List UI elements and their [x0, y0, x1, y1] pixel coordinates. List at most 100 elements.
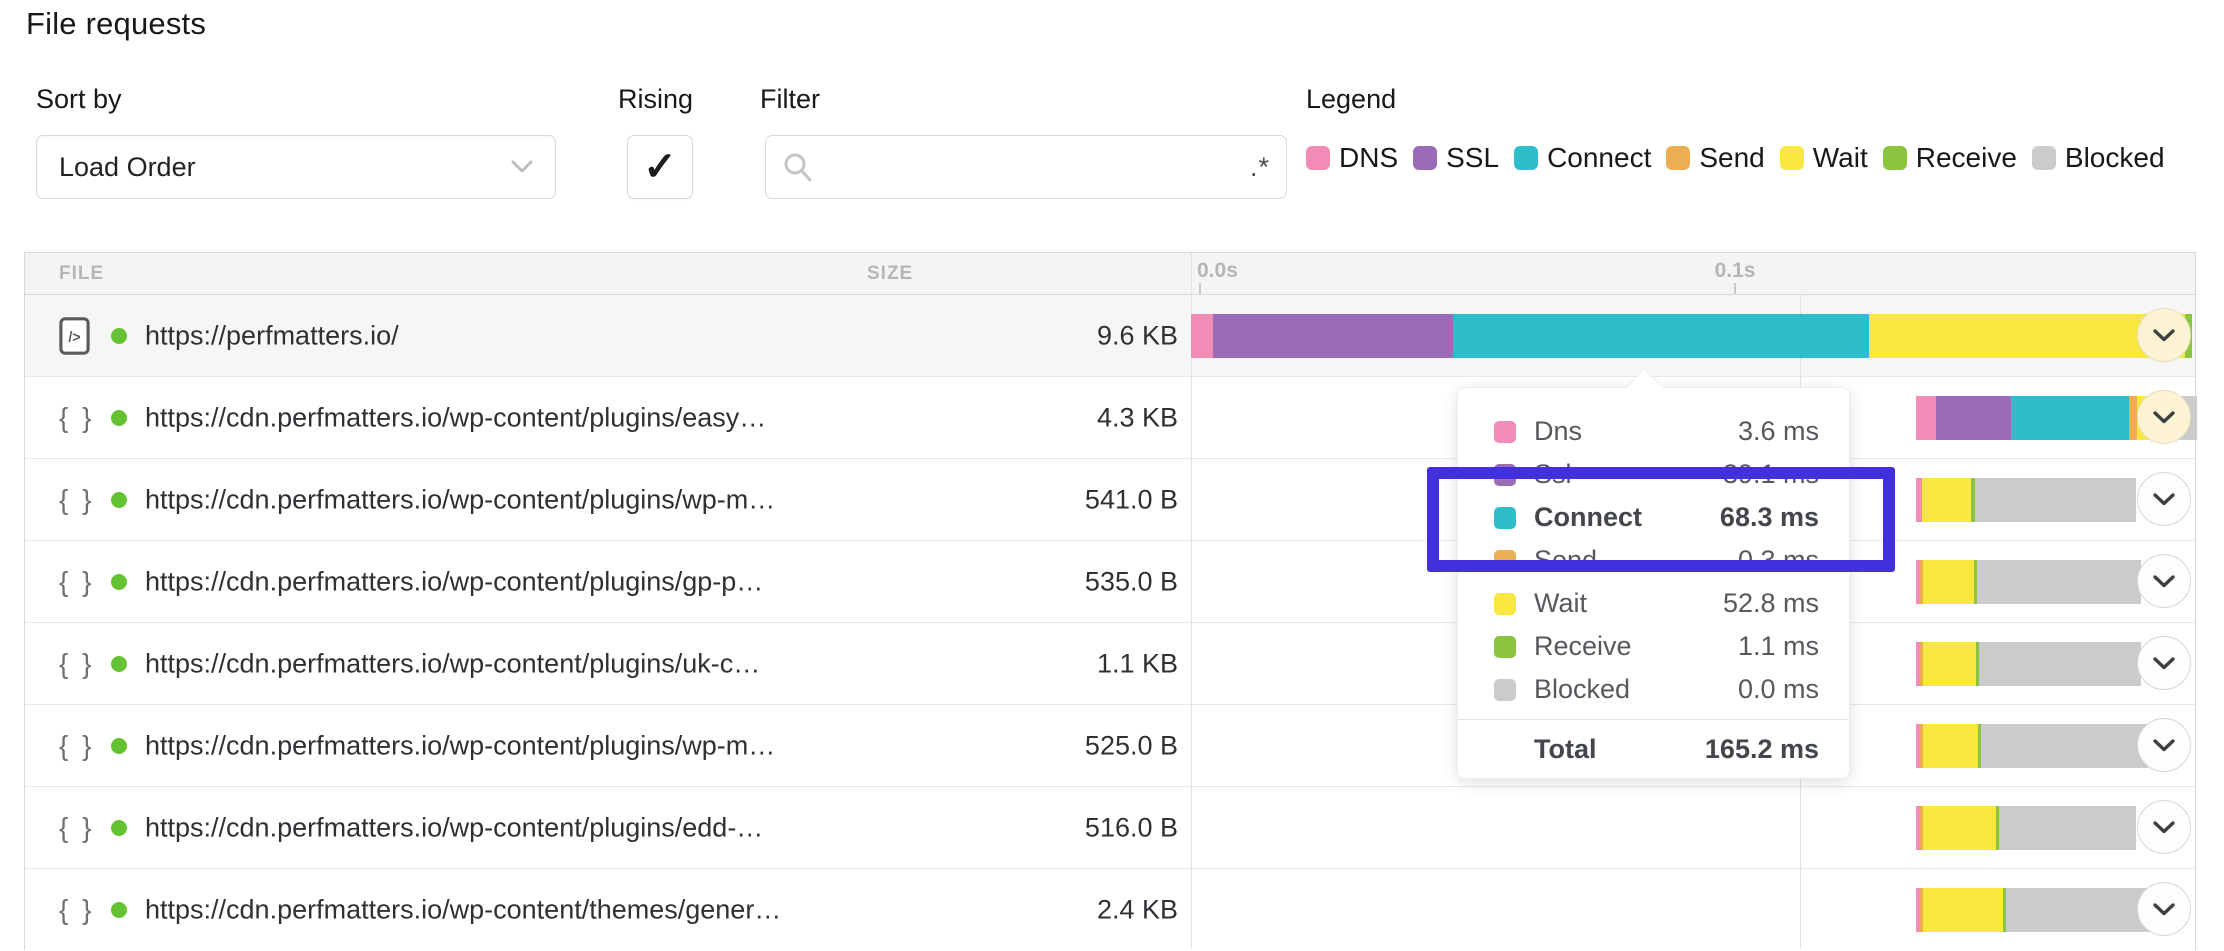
code-braces-icon: { }	[59, 894, 94, 926]
send-swatch-icon	[1666, 146, 1690, 170]
tooltip-row-receive: Receive1.1 ms	[1458, 625, 1849, 668]
bar-segment-ssl	[1936, 396, 2011, 440]
tooltip-row-value: 39.1 ms	[1723, 459, 1819, 490]
tooltip-rows: Dns3.6 msSsl39.1 msConnect68.3 msSend0.3…	[1458, 410, 1849, 711]
legend-item-label: Blocked	[2065, 142, 2165, 174]
expand-row-button[interactable]	[2137, 718, 2191, 772]
filter-label: Filter	[760, 84, 820, 115]
legend-item-label: DNS	[1339, 142, 1398, 174]
bar-segment-wait	[1922, 478, 1971, 522]
legend-item-connect: Connect	[1514, 142, 1651, 174]
sort-by-select[interactable]: Load Order	[36, 135, 556, 199]
legend-item-blocked: Blocked	[2032, 142, 2165, 174]
bar-segment-blocked	[1977, 560, 2141, 604]
table-row: { } https://cdn.perfmatters.io/wp-content…	[25, 869, 2195, 951]
table-row: { }https://cdn.perfmatters.io/wp-content…	[25, 377, 2195, 459]
file-requests-table: FILE SIZE 0.0s 0.1s />https://perfmatter…	[24, 252, 2196, 950]
dns-swatch-icon	[1306, 146, 1330, 170]
tooltip-row-label: Ssl	[1534, 459, 1572, 490]
ssl-swatch-icon	[1494, 464, 1516, 486]
tooltip-total-value: 165.2 ms	[1705, 734, 1819, 765]
request-url: https://cdn.perfmatters.io/wp-content/pl…	[145, 648, 760, 679]
bar-segment-wait	[1923, 806, 1996, 850]
legend-item-label: Connect	[1547, 142, 1651, 174]
tooltip-row-label: Connect	[1534, 502, 1642, 533]
expand-row-button[interactable]	[2137, 554, 2191, 608]
ssl-swatch-icon	[1413, 146, 1437, 170]
tooltip-row-wait: Wait52.8 ms	[1458, 582, 1849, 625]
tooltip-row-connect: Connect 68.3 ms	[1458, 496, 1849, 539]
timeline-tick-label-0: 0.0s	[1197, 259, 1238, 283]
status-ok-dot	[111, 738, 127, 754]
expand-row-button[interactable]	[2137, 800, 2191, 854]
tooltip-row-value: 52.8 ms	[1723, 588, 1819, 619]
legend-item-ssl: SSL	[1413, 142, 1499, 174]
bar-segment-wait	[1923, 642, 1976, 686]
dns-swatch-icon	[1494, 421, 1516, 443]
code-braces-icon: { }	[59, 484, 94, 516]
tooltip-row-label: Blocked	[1534, 674, 1630, 705]
bar-segment-connect	[1453, 314, 1869, 358]
status-ok-dot	[111, 492, 127, 508]
html-document-icon: />	[59, 316, 90, 355]
tooltip-row-value: 3.6 ms	[1738, 416, 1819, 447]
svg-text:/>: />	[68, 329, 80, 345]
expand-row-button[interactable]	[2137, 636, 2191, 690]
bar-segment-wait	[1923, 560, 1974, 604]
table-row: { }https://cdn.perfmatters.io/wp-content…	[25, 787, 2195, 869]
tooltip-total-row: Total 165.2 ms	[1458, 720, 1849, 765]
status-ok-dot	[111, 656, 127, 672]
expand-row-button[interactable]	[2137, 472, 2191, 526]
tooltip-total-label: Total	[1534, 734, 1597, 765]
regex-hint: .*	[1250, 152, 1270, 183]
column-header-size: SIZE	[867, 263, 913, 285]
request-size: 516.0 B	[925, 812, 1178, 843]
code-braces-icon: { }	[59, 566, 94, 598]
request-url: https://cdn.perfmatters.io/wp-content/pl…	[145, 402, 766, 433]
waterfall-bar	[1916, 806, 2136, 850]
tooltip-row-ssl: Ssl 39.1 ms	[1458, 453, 1849, 496]
expand-row-button[interactable]	[2137, 390, 2191, 444]
request-url: https://cdn.perfmatters.io/wp-content/pl…	[145, 484, 775, 515]
status-ok-dot	[111, 820, 127, 836]
request-url: https://cdn.perfmatters.io/wp-content/th…	[145, 895, 781, 926]
rising-checkbox[interactable]: ✓	[627, 135, 693, 199]
waterfall-bar	[1191, 314, 2192, 358]
bar-segment-dns	[1191, 314, 1213, 358]
table-row: { }https://cdn.perfmatters.io/wp-content…	[25, 541, 2195, 623]
timeline-tick-mark	[1199, 283, 1201, 294]
waterfall-bar	[1916, 724, 2148, 768]
status-ok-dot	[111, 902, 127, 918]
table-row: { } https://cdn.perfmatters.io/wp-content…	[25, 459, 2195, 541]
status-ok-dot	[111, 410, 127, 426]
request-size: 541.0 B	[925, 484, 1178, 515]
chevron-down-icon	[511, 160, 533, 174]
expand-row-button[interactable]	[2137, 308, 2191, 362]
tooltip-row-label: Send	[1534, 545, 1597, 576]
blocked-swatch-icon	[1494, 679, 1516, 701]
tooltip-row-send: Send0.3 ms	[1458, 539, 1849, 582]
bar-segment-blocked	[1975, 478, 2136, 522]
table-row: />https://perfmatters.io/9.6 KB	[25, 295, 2195, 377]
wait-swatch-icon	[1780, 146, 1804, 170]
status-ok-dot	[111, 328, 127, 344]
waterfall-bar	[1916, 478, 2136, 522]
tooltip-row-value: 1.1 ms	[1738, 631, 1819, 662]
tooltip-row-value: 68.3 ms	[1720, 502, 1819, 533]
blocked-swatch-icon	[2032, 146, 2056, 170]
legend-item-label: Wait	[1813, 142, 1868, 174]
code-braces-icon: { }	[59, 730, 94, 762]
request-size: 525.0 B	[925, 730, 1178, 761]
legend-item-send: Send	[1666, 142, 1764, 174]
filter-search-box[interactable]: .*	[765, 135, 1287, 199]
request-size: 1.1 KB	[925, 648, 1178, 679]
filter-input[interactable]	[826, 151, 1250, 184]
table-row: { } https://cdn.perfmatters.io/wp-content…	[25, 623, 2195, 705]
timeline-tick-label-1: 0.1s	[1705, 259, 1765, 283]
table-header: FILE SIZE 0.0s 0.1s	[25, 253, 2195, 295]
request-size: 2.4 KB	[925, 895, 1178, 926]
expand-row-button[interactable]	[2137, 882, 2191, 936]
request-url: https://cdn.perfmatters.io/wp-content/pl…	[145, 812, 763, 843]
legend-label: Legend	[1306, 84, 1396, 115]
code-braces-icon: { }	[59, 648, 94, 680]
